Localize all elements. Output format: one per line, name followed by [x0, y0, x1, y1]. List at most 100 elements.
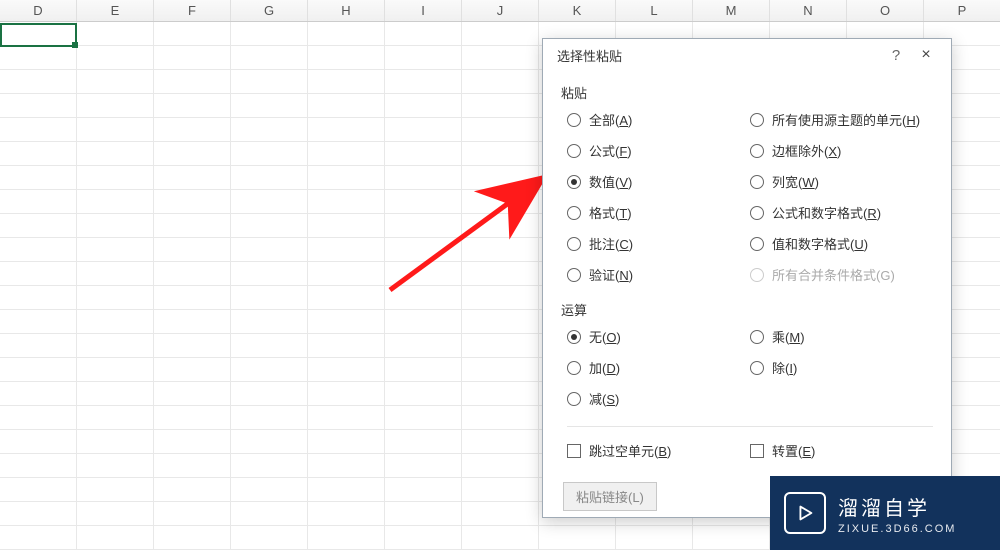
cell[interactable] [462, 238, 539, 261]
cell[interactable] [308, 262, 385, 285]
cell[interactable] [385, 118, 462, 141]
cell[interactable] [154, 238, 231, 261]
column-header-D[interactable]: D [0, 0, 77, 21]
cell[interactable] [231, 382, 308, 405]
cell[interactable] [308, 118, 385, 141]
column-header-M[interactable]: M [693, 0, 770, 21]
cell[interactable] [77, 382, 154, 405]
cell[interactable] [231, 70, 308, 93]
cell[interactable] [0, 46, 77, 69]
cell[interactable] [231, 190, 308, 213]
cell[interactable] [77, 262, 154, 285]
cell[interactable] [385, 214, 462, 237]
cell[interactable] [385, 46, 462, 69]
cell[interactable] [231, 334, 308, 357]
cell[interactable] [0, 526, 77, 549]
cell[interactable] [385, 334, 462, 357]
close-icon[interactable]: × [911, 46, 941, 64]
cell[interactable] [0, 118, 77, 141]
dialog-titlebar[interactable]: 选择性粘贴 ? × [543, 39, 951, 71]
cell[interactable] [154, 526, 231, 549]
cell[interactable] [462, 286, 539, 309]
cell[interactable] [231, 262, 308, 285]
cell[interactable] [462, 478, 539, 501]
cell[interactable] [154, 22, 231, 45]
cell[interactable] [385, 526, 462, 549]
column-header-E[interactable]: E [77, 0, 154, 21]
cell[interactable] [308, 502, 385, 525]
paste-radio-A[interactable]: 全部(A) [567, 110, 750, 129]
cell[interactable] [231, 526, 308, 549]
cell[interactable] [616, 526, 693, 549]
cell[interactable] [308, 94, 385, 117]
cell[interactable] [231, 214, 308, 237]
cell[interactable] [0, 334, 77, 357]
cell[interactable] [308, 286, 385, 309]
cell[interactable] [0, 358, 77, 381]
cell[interactable] [462, 382, 539, 405]
cell[interactable] [231, 46, 308, 69]
cell[interactable] [385, 382, 462, 405]
cell[interactable] [77, 46, 154, 69]
cell[interactable] [693, 526, 770, 549]
cell[interactable] [231, 430, 308, 453]
cell[interactable] [0, 262, 77, 285]
cell[interactable] [0, 502, 77, 525]
cell[interactable] [308, 526, 385, 549]
column-header-I[interactable]: I [385, 0, 462, 21]
cell[interactable] [0, 22, 77, 45]
cell[interactable] [462, 142, 539, 165]
cell[interactable] [308, 310, 385, 333]
column-header-P[interactable]: P [924, 0, 1000, 21]
cell[interactable] [385, 478, 462, 501]
cell[interactable] [77, 118, 154, 141]
cell[interactable] [462, 526, 539, 549]
cell[interactable] [308, 238, 385, 261]
cell[interactable] [0, 238, 77, 261]
cell[interactable] [0, 406, 77, 429]
cell[interactable] [154, 166, 231, 189]
cell[interactable] [462, 310, 539, 333]
cell[interactable] [154, 478, 231, 501]
cell[interactable] [539, 526, 616, 549]
cell[interactable] [154, 310, 231, 333]
cell[interactable] [0, 70, 77, 93]
cell[interactable] [154, 118, 231, 141]
cell[interactable] [154, 286, 231, 309]
cell[interactable] [154, 406, 231, 429]
skip-blanks-checkbox[interactable]: 跳过空单元(B) [567, 441, 750, 460]
column-header-L[interactable]: L [616, 0, 693, 21]
cell[interactable] [0, 190, 77, 213]
cell[interactable] [462, 358, 539, 381]
cell[interactable] [308, 70, 385, 93]
cell[interactable] [154, 358, 231, 381]
paste-radio-C[interactable]: 批注(C) [567, 234, 750, 253]
op-radio-O[interactable]: 无(O) [567, 327, 750, 346]
cell[interactable] [385, 142, 462, 165]
cell[interactable] [308, 190, 385, 213]
cell[interactable] [385, 94, 462, 117]
cell[interactable] [77, 214, 154, 237]
cell[interactable] [308, 454, 385, 477]
cell[interactable] [462, 118, 539, 141]
cell[interactable] [0, 286, 77, 309]
cell[interactable] [462, 502, 539, 525]
cell[interactable] [77, 238, 154, 261]
cell[interactable] [308, 382, 385, 405]
cell[interactable] [385, 358, 462, 381]
cell[interactable] [0, 478, 77, 501]
cell[interactable] [462, 166, 539, 189]
cell[interactable] [385, 430, 462, 453]
cell[interactable] [308, 334, 385, 357]
op-radio-S[interactable]: 减(S) [567, 389, 750, 408]
cell[interactable] [308, 406, 385, 429]
cell[interactable] [308, 166, 385, 189]
cell[interactable] [0, 382, 77, 405]
cell[interactable] [308, 214, 385, 237]
cell[interactable] [462, 46, 539, 69]
paste-radio-H[interactable]: 所有使用源主题的单元(H) [750, 110, 933, 129]
cell[interactable] [385, 262, 462, 285]
paste-radio-W[interactable]: 列宽(W) [750, 172, 933, 191]
cell[interactable] [154, 214, 231, 237]
cell[interactable] [231, 238, 308, 261]
